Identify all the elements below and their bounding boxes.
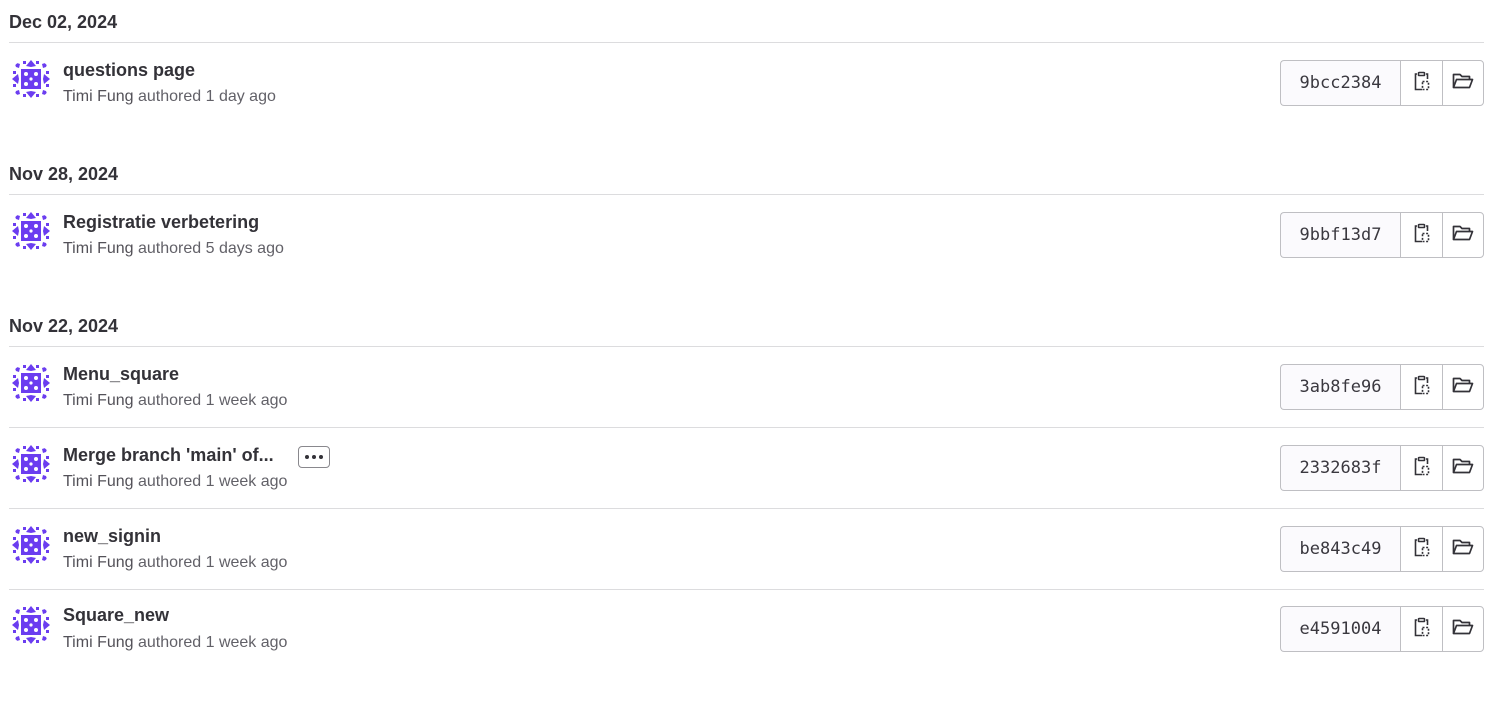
copy-sha-button[interactable] (1400, 60, 1442, 106)
author-link[interactable]: Timi Fung (63, 473, 134, 490)
expand-description-button[interactable] (298, 446, 330, 468)
browse-files-button[interactable] (1442, 60, 1484, 106)
authored-time: authored 1 week ago (137, 473, 288, 490)
date-label: Nov 22, 2024 (9, 316, 119, 336)
commit-actions: 9bcc2384 (1280, 60, 1484, 106)
commit-title-link[interactable]: Square_new (63, 605, 169, 626)
author-link[interactable]: Timi Fung (63, 88, 134, 105)
author-avatar[interactable] (10, 362, 52, 404)
browse-files-button[interactable] (1442, 606, 1484, 652)
folder-open-icon (1452, 538, 1474, 561)
author-link[interactable]: Timi Fung (63, 392, 134, 409)
author-avatar[interactable] (10, 524, 52, 566)
commit-row: questions page Timi Fung authored 1 day … (9, 43, 1484, 113)
copy-sha-button[interactable] (1400, 606, 1442, 652)
date-header: Nov 22, 2024 (9, 304, 1484, 347)
folder-open-icon (1452, 224, 1474, 247)
commit-meta: Timi Fung authored 1 week ago (63, 473, 287, 491)
copy-to-clipboard-icon (1413, 375, 1431, 400)
commit-row: Merge branch 'main' of... Timi Fung auth… (9, 428, 1484, 509)
ellipsis-icon (305, 455, 323, 459)
author-link[interactable]: Timi Fung (63, 240, 134, 257)
commit-meta: Timi Fung authored 1 week ago (63, 634, 287, 652)
author-link[interactable]: Timi Fung (63, 554, 134, 571)
commit-row: Menu_square Timi Fung authored 1 week ag… (9, 347, 1484, 428)
author-link[interactable]: Timi Fung (63, 634, 134, 651)
commit-meta: Timi Fung authored 5 days ago (63, 240, 284, 258)
copy-to-clipboard-icon (1413, 71, 1431, 96)
commit-title-link[interactable]: Merge branch 'main' of... (63, 445, 274, 466)
date-header: Nov 28, 2024 (9, 152, 1484, 195)
commit-meta: Timi Fung authored 1 week ago (63, 392, 287, 410)
copy-to-clipboard-icon (1413, 456, 1431, 481)
folder-open-icon (1452, 376, 1474, 399)
authored-time: authored 1 week ago (137, 392, 288, 409)
folder-open-icon (1452, 618, 1474, 641)
copy-sha-button[interactable] (1400, 526, 1442, 572)
author-avatar[interactable] (10, 443, 52, 485)
commit-actions: 3ab8fe96 (1280, 364, 1484, 410)
commit-row: new_signin Timi Fung authored 1 week ago… (9, 509, 1484, 590)
commit-title-link[interactable]: questions page (63, 60, 195, 81)
commit-row: Registratie verbetering Timi Fung author… (9, 195, 1484, 265)
copy-sha-button[interactable] (1400, 212, 1442, 258)
author-avatar[interactable] (10, 604, 52, 646)
commit-sha[interactable]: 9bcc2384 (1280, 60, 1400, 106)
author-avatar[interactable] (10, 58, 52, 100)
commit-title-link[interactable]: Registratie verbetering (63, 212, 259, 233)
date-label: Nov 28, 2024 (9, 164, 119, 184)
commit-meta: Timi Fung authored 1 day ago (63, 88, 276, 106)
commit-sha[interactable]: e4591004 (1280, 606, 1400, 652)
commit-list: Dec 02, 2024 questions page Timi Fung au… (0, 0, 1511, 711)
copy-to-clipboard-icon (1413, 223, 1431, 248)
commit-sha[interactable]: 3ab8fe96 (1280, 364, 1400, 410)
commit-sha[interactable]: 9bbf13d7 (1280, 212, 1400, 258)
copy-to-clipboard-icon (1413, 617, 1431, 642)
commit-actions: 2332683f (1280, 445, 1484, 491)
commit-actions: e4591004 (1280, 606, 1484, 652)
folder-open-icon (1452, 72, 1474, 95)
commit-actions: be843c49 (1280, 526, 1484, 572)
browse-files-button[interactable] (1442, 445, 1484, 491)
commit-title-link[interactable]: new_signin (63, 526, 161, 547)
author-avatar[interactable] (10, 210, 52, 252)
authored-time: authored 1 week ago (137, 554, 288, 571)
date-header: Dec 02, 2024 (9, 0, 1484, 43)
browse-files-button[interactable] (1442, 212, 1484, 258)
commit-title-link[interactable]: Menu_square (63, 364, 179, 385)
copy-sha-button[interactable] (1400, 364, 1442, 410)
folder-open-icon (1452, 457, 1474, 480)
commit-actions: 9bbf13d7 (1280, 212, 1484, 258)
browse-files-button[interactable] (1442, 526, 1484, 572)
authored-time: authored 5 days ago (137, 240, 284, 257)
commit-sha[interactable]: be843c49 (1280, 526, 1400, 572)
browse-files-button[interactable] (1442, 364, 1484, 410)
copy-to-clipboard-icon (1413, 537, 1431, 562)
commit-meta: Timi Fung authored 1 week ago (63, 554, 287, 572)
authored-time: authored 1 week ago (137, 634, 288, 651)
date-label: Dec 02, 2024 (9, 12, 118, 32)
commit-sha[interactable]: 2332683f (1280, 445, 1400, 491)
authored-time: authored 1 day ago (137, 88, 276, 105)
copy-sha-button[interactable] (1400, 445, 1442, 491)
commit-row: Square_new Timi Fung authored 1 week ago… (9, 590, 1484, 670)
